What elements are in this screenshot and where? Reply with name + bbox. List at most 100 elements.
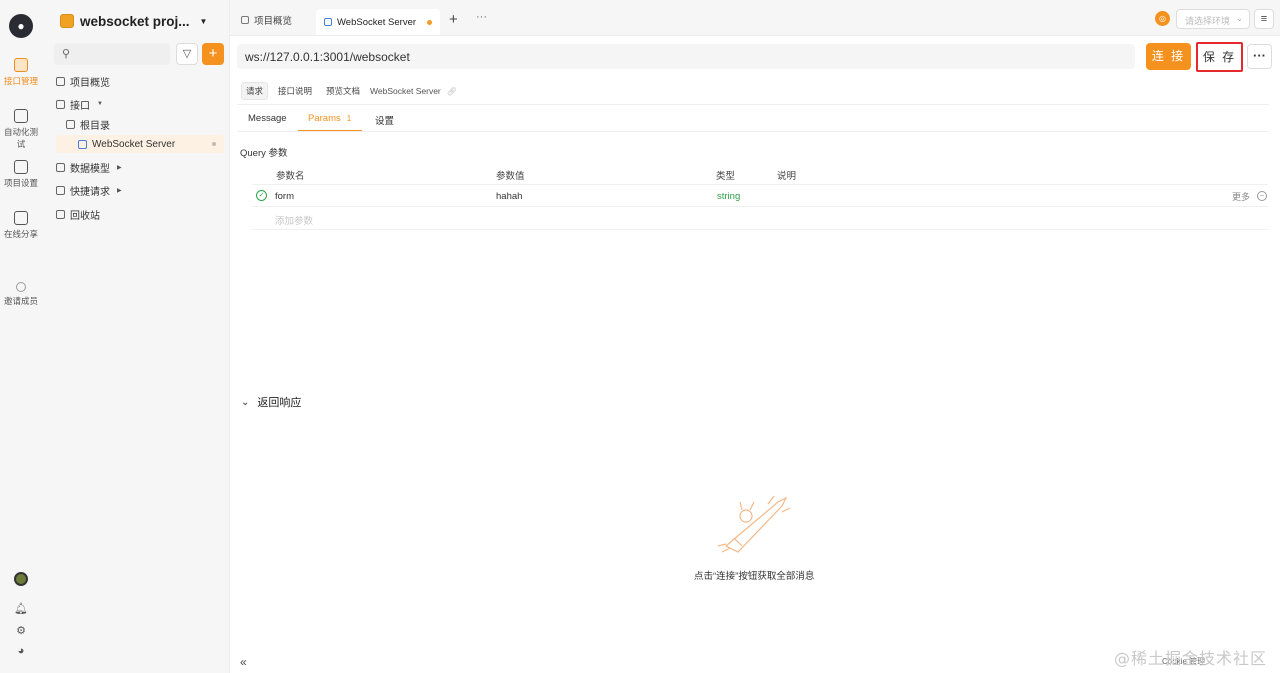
params-count-badge: 1	[346, 114, 352, 123]
hamburger-icon: ≡	[1260, 13, 1268, 25]
search-icon: ⚲	[62, 48, 71, 60]
response-section-toggle[interactable]: ⌄ 返回响应	[241, 394, 301, 410]
websocket-icon	[324, 18, 332, 26]
rail-item-api-management[interactable]: 接口管理	[0, 58, 42, 87]
divider	[252, 206, 1268, 207]
query-params-label: Query 参数	[240, 148, 288, 159]
left-rail: ● 接口管理 自动化测试 项目设置 在线分享 邀请成员 🔔︎ ⚙ ◕	[0, 0, 42, 673]
subtab-doc[interactable]: 接口说明	[274, 83, 316, 99]
remove-param-icon[interactable]: −	[1257, 191, 1267, 201]
rail-item-label: 接口管理	[3, 76, 38, 86]
tab-settings[interactable]: 设置	[375, 113, 394, 127]
environment-select[interactable]: 请选择环境 ⌄	[1176, 9, 1250, 29]
tree-item-data-models[interactable]: 数据模型 ▶	[56, 159, 122, 175]
tree-item-label: 快捷请求	[70, 186, 110, 198]
connect-button[interactable]: 连 接	[1146, 43, 1191, 70]
tree-item-interfaces[interactable]: 接口 ▼	[56, 96, 103, 112]
param-value-cell[interactable]: hahah	[496, 191, 522, 202]
settings-icon	[14, 160, 28, 174]
column-header-name: 参数名	[276, 171, 305, 182]
params-tabs: Message Params 1 设置	[0, 113, 1280, 129]
tab-label: WebSocket Server	[337, 16, 417, 28]
rail-item-invite[interactable]: 邀请成员	[0, 282, 42, 307]
tab-overview[interactable]: 项目概览	[241, 10, 292, 30]
rail-item-label: 自动化测试	[3, 127, 38, 149]
url-input[interactable]: ws://127.0.0.1:3001/websocket	[237, 44, 1135, 69]
more-dot-icon[interactable]	[212, 142, 216, 146]
rail-item-project-settings[interactable]: 项目设置	[0, 160, 42, 189]
new-tab-button[interactable]: +	[449, 11, 458, 28]
more-actions-button[interactable]: ···	[1247, 44, 1272, 69]
tab-params[interactable]: Params 1	[308, 113, 351, 124]
tab-websocket-server[interactable]: WebSocket Server	[316, 9, 441, 35]
project-icon	[60, 14, 74, 28]
app-window: ● 接口管理 自动化测试 项目设置 在线分享 邀请成员 🔔︎ ⚙ ◕ webso…	[0, 0, 1280, 673]
collapse-sidebar-icon[interactable]: «	[240, 655, 247, 669]
caret-down-icon: ▼	[199, 16, 208, 26]
enabled-check-icon[interactable]: ✓	[256, 190, 267, 201]
save-button[interactable]: 保 存	[1196, 42, 1243, 72]
rail-item-label: 邀请成员	[3, 296, 38, 306]
tree-item-label: WebSocket Server	[92, 138, 176, 150]
unsaved-dot-icon	[427, 19, 433, 25]
tree-item-label: 项目概览	[70, 77, 110, 89]
avatar	[14, 572, 28, 586]
data-model-icon	[56, 162, 65, 172]
tree-item-quick-requests[interactable]: 快捷请求 ▶	[56, 182, 122, 198]
environment-placeholder: 请选择环境	[1185, 16, 1231, 26]
palette-icon[interactable]: ◕	[0, 645, 42, 657]
overview-icon	[241, 16, 249, 24]
tab-label: 项目概览	[254, 16, 293, 27]
user-add-icon	[16, 282, 26, 292]
tree-item-label: 回收站	[70, 210, 100, 222]
tab-message[interactable]: Message	[248, 113, 287, 124]
divider	[252, 184, 1268, 185]
link-icon[interactable]: 🔗︎	[447, 87, 457, 96]
more-link[interactable]: 更多	[1232, 190, 1250, 203]
param-type-cell[interactable]: string	[717, 191, 740, 202]
doc-subtabs: 请求 接口说明 预览文档 WebSocket Server 🔗︎	[241, 82, 457, 100]
response-title: 返回响应	[257, 397, 302, 409]
subtab-preview[interactable]: 预览文档	[322, 83, 364, 99]
websocket-icon	[78, 139, 87, 149]
column-header-desc: 说明	[777, 171, 797, 182]
chevron-down-icon: ⌄	[241, 396, 250, 408]
caret-right-icon: ▶	[117, 164, 122, 171]
interface-title[interactable]: WebSocket Server	[370, 86, 441, 96]
menu-button[interactable]: ≡	[1254, 9, 1274, 29]
divider	[237, 104, 1269, 105]
environment-icon[interactable]: ◎	[1155, 11, 1170, 26]
rail-item-label: 在线分享	[3, 229, 38, 239]
filter-button[interactable]: ▽	[176, 43, 198, 65]
project-switcher[interactable]: websocket proj... ▼	[60, 12, 207, 30]
rail-item-label: 项目设置	[3, 178, 38, 188]
empty-response-text: 点击“连接”按钮获取全部消息	[694, 571, 815, 582]
divider	[252, 229, 1268, 230]
overview-icon	[56, 76, 65, 86]
plus-icon: +	[208, 45, 218, 62]
param-name-cell[interactable]: form	[275, 191, 294, 202]
share-icon	[14, 211, 28, 225]
subtab-request[interactable]: 请求	[241, 82, 269, 100]
more-tabs-icon[interactable]: ···	[476, 11, 487, 23]
column-header-value: 参数值	[496, 171, 525, 182]
search-input[interactable]: ⚲	[54, 43, 170, 65]
caret-right-icon: ▶	[117, 187, 122, 194]
project-name: websocket proj...	[80, 13, 190, 29]
trash-icon	[56, 209, 65, 219]
tab-bar: 项目概览 WebSocket Server + ··· ◎ 请选择环境 ⌄ ≡	[230, 0, 1280, 36]
user-avatar[interactable]	[0, 572, 42, 586]
rail-item-share[interactable]: 在线分享	[0, 211, 42, 240]
app-logo-icon[interactable]: ●	[9, 14, 33, 38]
add-param-input[interactable]: 添加参数	[275, 213, 313, 227]
add-button[interactable]: +	[202, 43, 224, 65]
ellipsis-icon: ···	[1253, 48, 1266, 63]
tree-item-recycle-bin[interactable]: 回收站	[56, 206, 100, 222]
gear-icon[interactable]: ⚙	[0, 624, 42, 637]
tree-item-overview[interactable]: 项目概览	[56, 73, 110, 89]
bell-icon[interactable]: 🔔︎	[0, 602, 42, 615]
column-header-type: 类型	[716, 171, 736, 182]
chevron-down-icon: ⌄	[1236, 14, 1243, 23]
tree-item-websocket-server[interactable]: WebSocket Server	[78, 136, 175, 152]
tree-item-label: 数据模型	[70, 163, 110, 175]
